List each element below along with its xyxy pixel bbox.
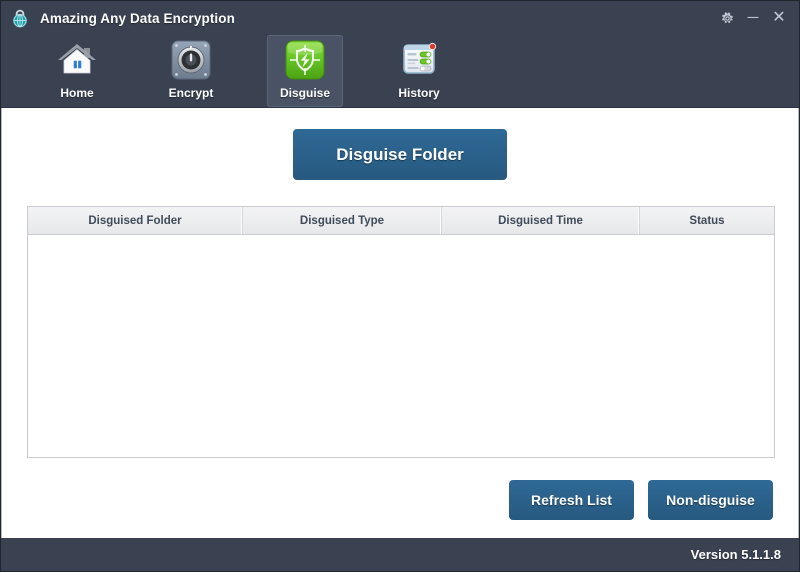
nav-label-disguise: Disguise: [279, 86, 330, 100]
nav-item-history[interactable]: History: [381, 35, 457, 107]
title-bar: Amazing Any Data Encryption ─ ✕: [1, 1, 799, 35]
gear-icon[interactable]: [715, 6, 739, 30]
table-header-row: Disguised Folder Disguised Type Disguise…: [28, 207, 774, 235]
minimize-button[interactable]: ─: [741, 6, 765, 30]
column-header-disguised-time[interactable]: Disguised Time: [442, 207, 640, 234]
column-header-disguised-type[interactable]: Disguised Type: [243, 207, 442, 234]
nav-label-encrypt: Encrypt: [168, 86, 214, 100]
nav-item-home[interactable]: Home: [39, 35, 115, 107]
close-button[interactable]: ✕: [767, 6, 791, 30]
application-window: Amazing Any Data Encryption ─ ✕ Home Enc…: [0, 0, 800, 572]
safe-dial-icon: [167, 37, 215, 83]
table-empty-state: [28, 235, 774, 457]
nav-item-encrypt[interactable]: Encrypt: [153, 35, 229, 107]
nav-label-home: Home: [60, 86, 94, 100]
non-disguise-button[interactable]: Non-disguise: [648, 480, 773, 520]
disguised-items-table: Disguised Folder Disguised Type Disguise…: [27, 206, 775, 458]
version-label: Version 5.1.1.8: [690, 547, 781, 562]
content-area: Disguise Folder Disguised Folder Disguis…: [1, 108, 799, 538]
app-title: Amazing Any Data Encryption: [40, 10, 235, 26]
main-navigation: Home Encrypt Disguise History: [1, 35, 799, 108]
status-footer: Version 5.1.1.8: [1, 538, 799, 571]
globe-lock-icon: [8, 6, 32, 30]
green-shield-bolt-icon: [281, 37, 329, 83]
nav-item-disguise[interactable]: Disguise: [267, 35, 343, 107]
nav-label-history: History: [398, 86, 440, 100]
window-controls: ─ ✕: [715, 1, 791, 35]
history-list-icon: [395, 37, 443, 83]
table-actions: Refresh List Non-disguise: [509, 480, 773, 520]
house-icon: [53, 37, 101, 83]
refresh-list-button[interactable]: Refresh List: [509, 480, 634, 520]
primary-action-bar: Disguise Folder: [2, 129, 798, 180]
disguise-folder-button[interactable]: Disguise Folder: [293, 129, 507, 180]
column-header-status[interactable]: Status: [640, 207, 774, 234]
table-body[interactable]: [28, 235, 774, 457]
column-header-disguised-folder[interactable]: Disguised Folder: [28, 207, 243, 234]
